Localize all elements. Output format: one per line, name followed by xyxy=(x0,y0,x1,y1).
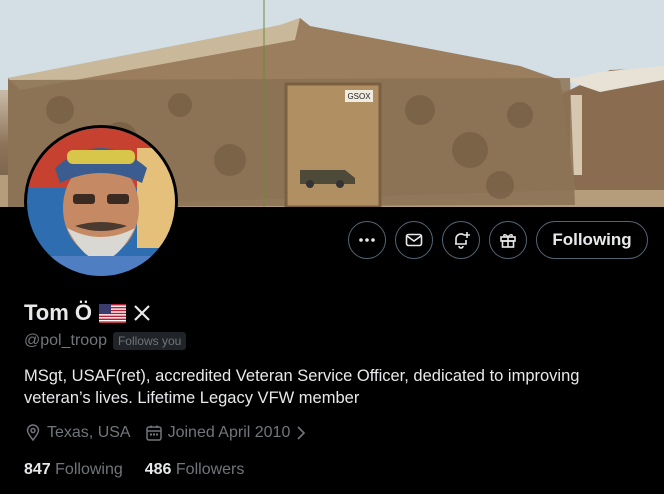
more-icon xyxy=(359,238,375,242)
profile-name-row: Tom Ö xyxy=(24,300,151,326)
followers-count: 486 xyxy=(144,461,172,478)
followers-label: Followers xyxy=(175,461,245,478)
more-button[interactable] xyxy=(348,221,386,259)
profile-stats: 847 Following 486 Followers xyxy=(24,461,244,479)
following-label: Following xyxy=(55,461,123,478)
gift-icon xyxy=(500,234,516,248)
followers-stat-link[interactable]: 486 Followers xyxy=(145,461,245,479)
profile-handle: @pol_troop xyxy=(24,332,107,349)
message-button[interactable] xyxy=(395,221,433,259)
joined-text: Joined April 2010 xyxy=(167,424,291,441)
avatar-image xyxy=(27,128,175,276)
following-button[interactable]: Following xyxy=(536,221,648,259)
notification-add-icon xyxy=(455,232,470,249)
gift-button[interactable] xyxy=(489,221,527,259)
location-icon xyxy=(26,424,40,442)
joined-item[interactable]: Joined April 2010 xyxy=(145,424,308,442)
chevron-right-icon xyxy=(297,426,306,440)
following-stat-link[interactable]: 847 Following xyxy=(24,461,123,479)
door-sign-text: GSOX xyxy=(347,92,371,101)
profile-name: Tom Ö xyxy=(24,300,93,325)
handle-row: @pol_troop Follows you xyxy=(24,332,187,350)
notifications-button[interactable] xyxy=(442,221,480,259)
follows-you-badge: Follows you xyxy=(112,332,187,350)
x-logo-icon[interactable] xyxy=(133,304,151,322)
location-item: Texas, USA xyxy=(24,424,131,442)
calendar-icon xyxy=(145,425,162,441)
profile-actions: Following xyxy=(348,221,648,259)
location-text: Texas, USA xyxy=(47,424,131,441)
profile-meta: Texas, USA Joined April 2010 xyxy=(24,424,307,442)
following-count: 847 xyxy=(24,461,51,478)
message-icon xyxy=(405,233,423,247)
profile-avatar[interactable] xyxy=(24,125,178,279)
profile-bio: MSgt, USAF(ret), accredited Veteran Serv… xyxy=(24,367,580,407)
us-flag-icon xyxy=(99,303,127,323)
